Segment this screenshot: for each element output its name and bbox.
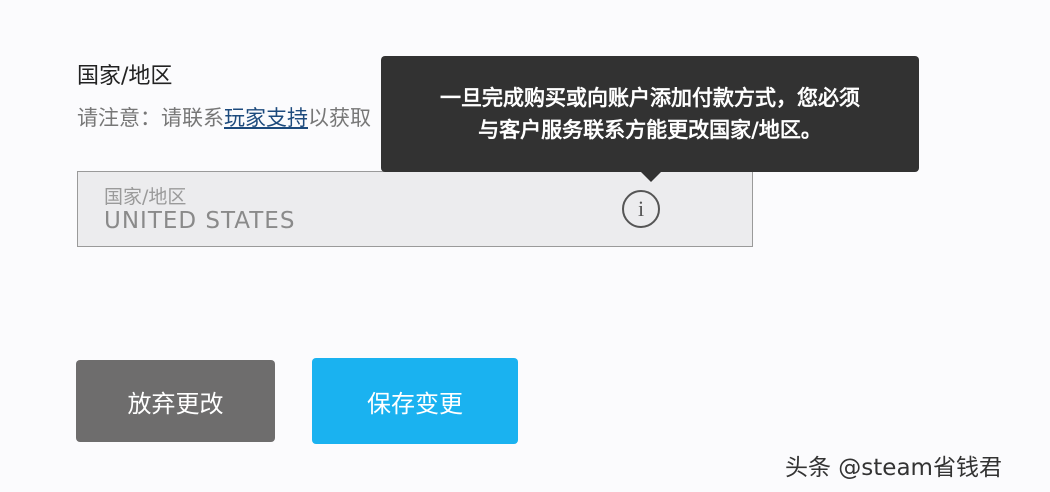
tooltip-arrow: [640, 171, 662, 182]
country-field-label: 国家/地区: [104, 186, 187, 208]
country-settings-page: 国家/地区 请注意：请联系玩家支持以获取 国家/地区 UNITED STATES…: [0, 0, 1050, 492]
watermark: 头条 @steam省钱君: [785, 455, 1002, 481]
tooltip-line-2: 与客户服务联系方能更改国家/地区。: [478, 118, 822, 142]
note-suffix: 以获取: [308, 106, 371, 130]
country-change-tooltip: 一旦完成购买或向账户添加付款方式，您必须 与客户服务联系方能更改国家/地区。: [381, 56, 919, 172]
player-support-link[interactable]: 玩家支持: [224, 106, 308, 130]
note-prefix: 请注意：请联系: [77, 106, 224, 130]
country-field: 国家/地区 UNITED STATES i: [77, 171, 753, 247]
section-title: 国家/地区: [77, 64, 173, 89]
country-field-value: UNITED STATES: [104, 208, 296, 234]
save-changes-button[interactable]: 保存变更: [312, 358, 518, 444]
info-icon[interactable]: i: [622, 190, 660, 228]
tooltip-line-1: 一旦完成购买或向账户添加付款方式，您必须: [440, 86, 860, 110]
discard-changes-button[interactable]: 放弃更改: [76, 360, 275, 442]
support-note: 请注意：请联系玩家支持以获取: [77, 102, 371, 132]
